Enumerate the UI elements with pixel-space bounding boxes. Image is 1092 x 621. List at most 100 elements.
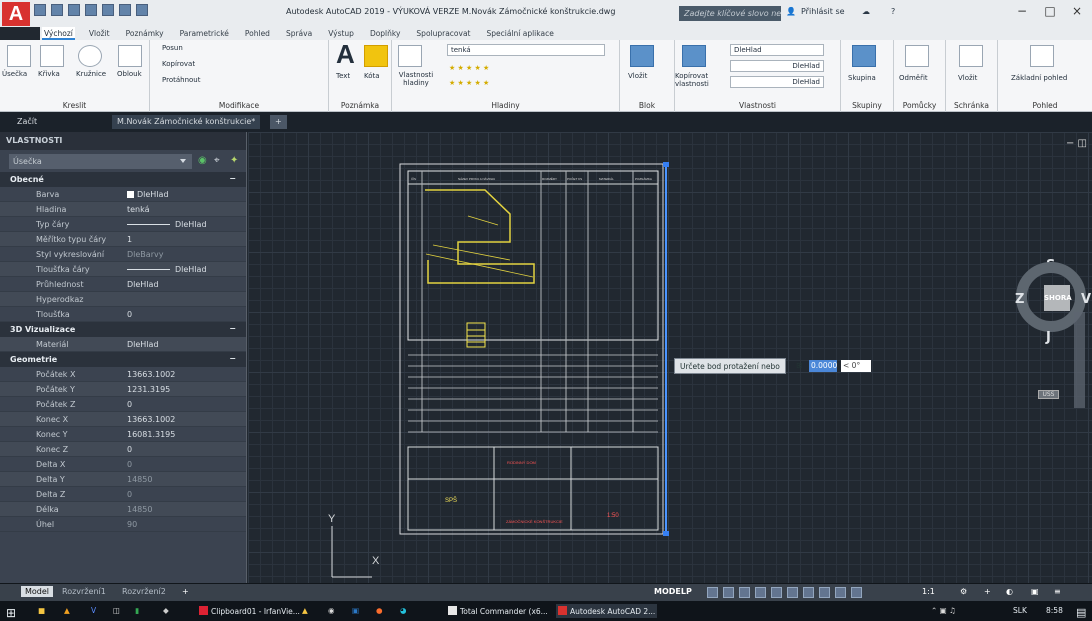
help-search-input[interactable]: Zadejte klíčové slovo nebo výraz. (679, 6, 781, 21)
measure-icon[interactable] (905, 45, 929, 67)
prop-value[interactable]: 0 (127, 400, 132, 409)
measure-button[interactable]: Odměřit (899, 74, 928, 82)
line-tool-label[interactable]: Úsečka (2, 70, 27, 78)
start-icon[interactable]: ⊞ (4, 604, 18, 620)
tab-spolupracovat[interactable]: Spolupracovat (414, 27, 472, 40)
tab-specialni-aplikace[interactable]: Speciální aplikace (485, 27, 556, 40)
circle-tool-label[interactable]: Kružnice (76, 70, 106, 78)
snap-icon[interactable] (723, 587, 734, 598)
otrack-icon[interactable] (787, 587, 798, 598)
new-icon[interactable] (34, 4, 46, 16)
annotation-scale[interactable]: 1:1 (922, 587, 935, 596)
prop-value[interactable]: 16081.3195 (127, 430, 175, 439)
tab-parametricke[interactable]: Parametrické (178, 27, 231, 40)
model-space-button[interactable]: MODELP (654, 587, 692, 596)
text-button[interactable]: Text (336, 72, 350, 80)
layer-dropdown[interactable]: tenká (447, 44, 605, 56)
prop-value[interactable]: DleHlad (175, 265, 207, 274)
dimension-button[interactable]: Kóta (364, 72, 380, 80)
new-tab-button[interactable]: + (270, 115, 287, 129)
close-icon[interactable]: × (1066, 4, 1088, 18)
match-properties-icon[interactable] (682, 45, 706, 67)
help-icon[interactable]: ? (891, 7, 895, 16)
layer-properties-icon[interactable] (398, 45, 422, 67)
save-as-icon[interactable] (85, 4, 97, 16)
viewcube-top[interactable]: SHORA (1044, 285, 1072, 311)
angle-input[interactable]: < 0° (841, 360, 871, 372)
navigation-bar[interactable] (1074, 312, 1085, 408)
app-icon[interactable]: ● (374, 604, 385, 618)
customize-icon[interactable]: ≡ (1054, 587, 1061, 596)
toggle-pickadd-icon[interactable]: ◉ (198, 155, 207, 166)
prop-value[interactable]: 0 (127, 310, 132, 319)
base-view-button[interactable]: Základní pohled (1011, 74, 1067, 82)
redo-icon[interactable] (136, 4, 148, 16)
grip-bottom[interactable] (663, 531, 669, 536)
copy-button[interactable]: Kopírovat (162, 60, 195, 68)
prop-value[interactable]: 0 (127, 445, 132, 454)
transparency-icon[interactable] (819, 587, 830, 598)
object-type-select[interactable]: Úsečka (9, 154, 192, 169)
arc-tool-label[interactable]: Oblouk (117, 70, 142, 78)
insert-block-button[interactable]: Vložit (628, 72, 647, 80)
tab-poznamky[interactable]: Poznámky (124, 27, 166, 40)
prop-value[interactable]: DleHlad (127, 280, 159, 289)
group-button[interactable]: Skupina (848, 74, 876, 82)
app-icon[interactable]: ◕ (398, 604, 409, 618)
app-icon[interactable]: ▣ (350, 604, 361, 618)
polyline-tool-icon[interactable] (40, 45, 64, 67)
linetype-dropdown[interactable]: DleHlad (730, 60, 824, 72)
autocad-logo[interactable]: A (2, 2, 30, 26)
undo-icon[interactable] (119, 4, 131, 16)
selection-cycling-icon[interactable] (835, 587, 846, 598)
settings-icon[interactable]: ⚙ (960, 587, 967, 596)
prop-value[interactable]: 13663.1002 (127, 370, 175, 379)
exchange-icon[interactable]: ☁ (862, 7, 870, 16)
text-icon[interactable]: A (336, 40, 355, 68)
osnap-icon[interactable] (771, 587, 782, 598)
color-dropdown[interactable]: DleHlad (730, 44, 824, 56)
section-3d-visualization[interactable]: 3D Vizualizace (0, 322, 246, 337)
notifications-icon[interactable]: ▤ (1074, 604, 1088, 619)
app-icon[interactable]: V (89, 604, 98, 618)
layer-tools-2-icon[interactable]: ★ ★ ★ ★ ★ (449, 79, 489, 87)
prop-value[interactable]: DleHlad (137, 190, 169, 199)
tab-sprava[interactable]: Správa (284, 27, 314, 40)
tab-layout-1[interactable]: Rozvržení1 (62, 587, 106, 596)
section-geometrie[interactable]: Geometrie (0, 352, 246, 367)
prop-value[interactable]: DleBarvy (127, 250, 163, 259)
taskbar-autocad[interactable]: Autodesk AutoCAD 2... (556, 604, 658, 618)
prop-value[interactable]: 1231.3195 (127, 385, 170, 394)
taskbar-total-commander[interactable]: Total Commander (x6... (446, 604, 550, 618)
dimension-icon[interactable] (364, 45, 388, 67)
grid-icon[interactable] (707, 587, 718, 598)
clock[interactable]: 8:58 (1044, 604, 1065, 618)
viewcube-west[interactable]: Z (1015, 292, 1024, 307)
arc-tool-icon[interactable] (118, 45, 142, 67)
quick-select-icon[interactable]: ✦ (230, 155, 238, 166)
prop-value[interactable]: 1 (127, 235, 132, 244)
polar-icon[interactable] (755, 587, 766, 598)
taskbar-irfanview[interactable]: Clipboard01 - IrfanVie... (197, 604, 302, 618)
minimize-icon[interactable]: − (1011, 4, 1033, 18)
tab-start[interactable]: Začít (12, 115, 42, 129)
paste-button[interactable]: Vložit (958, 74, 977, 82)
layer-tools-icon[interactable]: ★ ★ ★ ★ ★ (449, 64, 489, 72)
stretch-button[interactable]: Protáhnout (162, 76, 200, 84)
grip-top[interactable] (663, 162, 669, 167)
save-icon[interactable] (68, 4, 80, 16)
chrome-icon[interactable]: ◉ (326, 604, 337, 618)
tab-vychozi[interactable]: Výchozí (42, 27, 75, 40)
user-icon[interactable]: 👤 (786, 7, 796, 16)
system-tray-icons[interactable]: ⌃ ▣ ♫ (929, 604, 958, 618)
open-icon[interactable] (51, 4, 63, 16)
tab-doplnky[interactable]: Doplňky (368, 27, 402, 40)
viewcube-south[interactable]: J (1046, 330, 1051, 345)
tab-layout-2[interactable]: Rozvržení2 (122, 587, 166, 596)
base-view-icon[interactable] (1030, 45, 1054, 67)
app-icon[interactable]: ◫ (111, 604, 122, 618)
tab-model[interactable]: Model (21, 586, 54, 597)
polyline-tool-label[interactable]: Křivka (38, 70, 60, 78)
match-properties-button[interactable]: Kopírovat vlastnosti (675, 72, 713, 88)
insert-block-icon[interactable] (630, 45, 654, 67)
